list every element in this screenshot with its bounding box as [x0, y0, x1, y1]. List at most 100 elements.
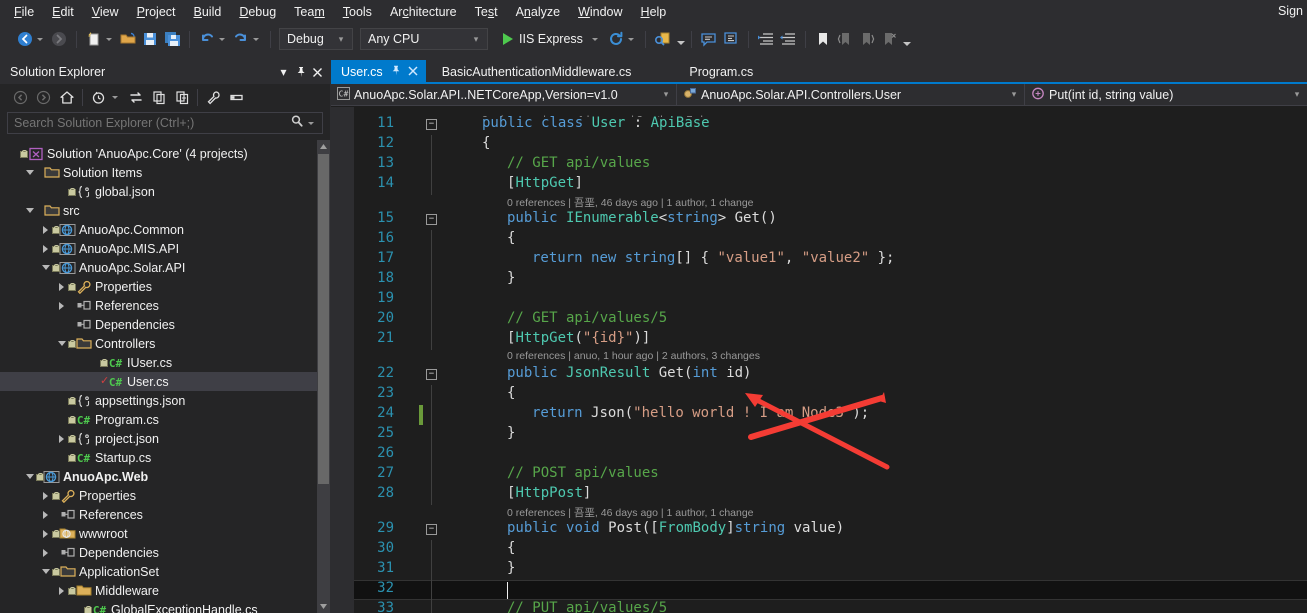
redo-dropdown-icon[interactable]: [253, 37, 259, 41]
tree-item[interactable]: Dependencies: [0, 543, 330, 562]
tree-item[interactable]: C# Startup.cs: [0, 448, 330, 467]
tree-item[interactable]: project.json: [0, 429, 330, 448]
menu-item-file[interactable]: File: [5, 2, 43, 23]
code-line[interactable]: 12 {: [331, 135, 1307, 155]
redo-icon[interactable]: [230, 28, 252, 50]
scroll-down-icon[interactable]: [317, 600, 330, 613]
start-target-dropdown-icon[interactable]: [591, 37, 598, 41]
code-line[interactable]: 31}: [331, 560, 1307, 580]
search-solution-explorer[interactable]: [7, 112, 323, 134]
chevron-down-icon[interactable]: ▾: [658, 89, 674, 100]
uncomment-selection-icon[interactable]: [720, 28, 742, 50]
expander-down-icon[interactable]: [55, 334, 68, 353]
navigate-back-icon[interactable]: [14, 28, 36, 50]
menu-item-debug[interactable]: Debug: [230, 2, 285, 23]
tree-item[interactable]: C# Program.cs: [0, 410, 330, 429]
navbar-project-combo[interactable]: C# AnuoApc.Solar.API..NETCoreApp,Version…: [331, 84, 676, 106]
refresh-icon[interactable]: [148, 87, 169, 108]
save-all-icon[interactable]: [161, 28, 183, 50]
code-line[interactable]: 25}: [331, 425, 1307, 445]
tree-item[interactable]: ApplicationSet: [0, 562, 330, 581]
chevron-down-icon[interactable]: ▾: [1289, 89, 1305, 100]
scrollbar-thumb[interactable]: [318, 154, 329, 484]
menu-item-edit[interactable]: Edit: [43, 2, 83, 23]
close-icon[interactable]: [309, 64, 326, 81]
increase-indent-icon[interactable]: [755, 28, 777, 50]
code-line[interactable]: 20 // GET api/values/5: [331, 310, 1307, 330]
tree-item[interactable]: Solution 'AnuoApc.Core' (4 projects): [0, 144, 330, 163]
menu-item-tools[interactable]: Tools: [334, 2, 381, 23]
tree-item-selected[interactable]: ✓ C# User.cs: [0, 372, 330, 391]
menu-item-analyze[interactable]: Analyze: [507, 2, 569, 23]
code-line[interactable]: 15 − public IEnumerable<string> Get(): [331, 210, 1307, 230]
expander-right-icon[interactable]: [39, 220, 52, 239]
tree-item[interactable]: wwwroot: [0, 524, 330, 543]
sync-with-active-document-icon[interactable]: [125, 87, 146, 108]
properties-icon[interactable]: [203, 87, 224, 108]
refresh-dropdown-icon[interactable]: [627, 37, 634, 41]
expander-down-icon[interactable]: [39, 258, 52, 277]
collapse-region-icon[interactable]: −: [426, 524, 437, 535]
code-line[interactable]: 22 − public JsonResult Get(int id): [331, 365, 1307, 385]
chevron-down-icon[interactable]: ▾: [1006, 89, 1022, 100]
chevron-down-icon[interactable]: ▾: [275, 64, 292, 81]
refresh-icon[interactable]: [605, 28, 627, 50]
codelens-indicator[interactable]: 0 references | 吾垩, 46 days ago | 1 autho…: [331, 195, 1307, 210]
document-tab-program-cs[interactable]: Program.cs: [679, 60, 761, 84]
tree-item[interactable]: References: [0, 296, 330, 315]
code-line[interactable]: 26: [331, 445, 1307, 465]
tree-item[interactable]: src: [0, 201, 330, 220]
bookmark-icon[interactable]: [812, 28, 834, 50]
navigate-back-dropdown-icon[interactable]: [37, 37, 43, 41]
code-line[interactable]: 24 return Json("hello world ! I am Node3"…: [331, 405, 1307, 425]
expander-right-icon[interactable]: [39, 486, 52, 505]
new-project-icon[interactable]: [83, 28, 105, 50]
undo-dropdown-icon[interactable]: [219, 37, 225, 41]
pin-icon[interactable]: [391, 65, 401, 79]
search-icon[interactable]: [290, 114, 304, 133]
code-line[interactable]: 29 − public void Post([FromBody]string val…: [331, 520, 1307, 540]
solution-tree[interactable]: Solution 'AnuoApc.Core' (4 projects) Solu…: [0, 140, 330, 613]
menu-item-view[interactable]: View: [83, 2, 128, 23]
code-line[interactable]: 28 [HttpPost]: [331, 485, 1307, 505]
collapse-region-icon[interactable]: −: [426, 369, 437, 380]
tree-item[interactable]: References: [0, 505, 330, 524]
expander-down-icon[interactable]: [23, 163, 36, 182]
decrease-indent-icon[interactable]: [777, 28, 799, 50]
tree-item[interactable]: Properties: [0, 486, 330, 505]
expander-down-icon[interactable]: [23, 467, 36, 486]
tree-item[interactable]: AnuoApc.Web: [0, 467, 330, 486]
expander-right-icon[interactable]: [55, 277, 68, 296]
collapse-all-icon[interactable]: [171, 87, 192, 108]
tree-item[interactable]: C# GlobalExceptionHandle.cs: [0, 600, 330, 613]
preview-selected-items-icon[interactable]: [226, 87, 247, 108]
expander-down-icon[interactable]: [23, 201, 36, 220]
menu-item-team[interactable]: Team: [285, 2, 334, 23]
tree-item[interactable]: Middleware: [0, 581, 330, 600]
close-icon[interactable]: [408, 65, 418, 79]
sign-in-button[interactable]: Sign: [1278, 4, 1303, 18]
menu-item-help[interactable]: Help: [632, 2, 676, 23]
code-line[interactable]: 23 {: [331, 385, 1307, 405]
tree-item[interactable]: C# IUser.cs: [0, 353, 330, 372]
solution-explorer-scrollbar[interactable]: [317, 140, 330, 613]
new-project-dropdown-icon[interactable]: [106, 37, 112, 41]
pin-icon[interactable]: [292, 64, 309, 81]
tree-item[interactable]: AnuoApc.Solar.API: [0, 258, 330, 277]
tree-item[interactable]: global.json: [0, 182, 330, 201]
code-line[interactable]: 27 // POST api/values: [331, 465, 1307, 485]
expander-right-icon[interactable]: [39, 543, 52, 562]
chevron-down-icon[interactable]: ▾: [469, 34, 483, 45]
solution-platform-combo[interactable]: Any CPU ▾: [360, 28, 488, 50]
code-line[interactable]: 14 [HttpGet]: [331, 175, 1307, 195]
tree-item[interactable]: AnuoApc.Common: [0, 220, 330, 239]
document-tab-basicauthenticationmiddleware-cs[interactable]: BasicAuthenticationMiddleware.cs: [432, 60, 640, 84]
expander-down-icon[interactable]: [39, 562, 52, 581]
code-line[interactable]: 33 // PUT api/values/5: [331, 600, 1307, 613]
collapse-region-icon[interactable]: −: [426, 119, 437, 130]
code-line[interactable]: 21 [HttpGet("{id}")]: [331, 330, 1307, 350]
find-in-files-icon[interactable]: [652, 28, 674, 50]
code-line[interactable]: 19: [331, 290, 1307, 310]
start-debugging-button[interactable]: IIS Express: [496, 28, 586, 50]
expander-right-icon[interactable]: [39, 524, 52, 543]
